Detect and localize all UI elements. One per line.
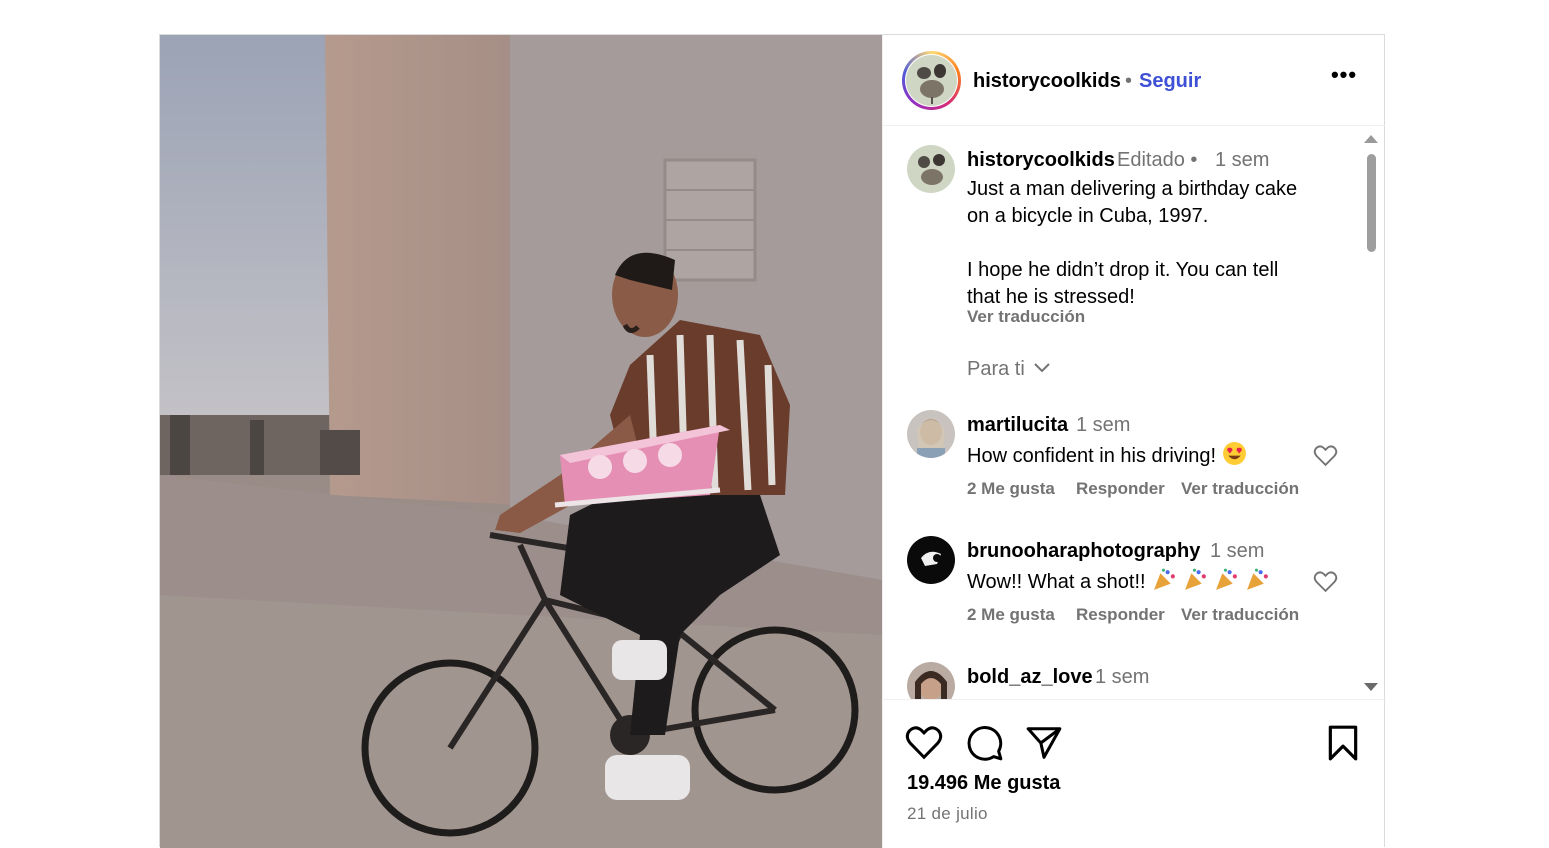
commenter-avatar[interactable] <box>907 410 955 458</box>
separator-dot: • <box>1125 70 1133 92</box>
follow-button[interactable]: Seguir <box>1139 70 1201 93</box>
party-popper-emoji-icon <box>1246 568 1268 590</box>
caption-translate-link[interactable]: Ver traducción <box>967 307 1085 327</box>
commenter-username[interactable]: brunooharaphotography <box>967 540 1200 563</box>
more-options-icon[interactable]: ••• <box>1329 64 1359 91</box>
scroll-up-arrow-icon[interactable] <box>1364 135 1378 143</box>
comment-item: bold_az_love 1 sem <box>883 662 1363 699</box>
story-ring[interactable] <box>902 51 961 110</box>
party-popper-emoji-icon <box>1153 568 1175 590</box>
caption-text: Just a man delivering a birthday cake on… <box>967 178 1298 308</box>
edited-label: Editado • <box>1117 149 1198 171</box>
comment-time[interactable]: 1 sem <box>1076 414 1130 437</box>
comment-text: How confident in his driving! <box>967 441 1247 468</box>
comments-section[interactable]: historycoolkids Editado • 1 sem Just a m… <box>883 127 1386 699</box>
save-bookmark-icon[interactable] <box>1324 724 1362 762</box>
likes-count[interactable]: 19.496 Me gusta <box>907 772 1060 795</box>
comment-time[interactable]: 1 sem <box>1210 540 1264 563</box>
comment-item: brunooharaphotography 1 sem Wow!! What a… <box>883 536 1363 656</box>
scrollbar-thumb[interactable] <box>1367 154 1376 252</box>
caption-username[interactable]: historycoolkids <box>967 149 1115 172</box>
reply-button[interactable]: Responder <box>1076 479 1165 499</box>
commenter-username[interactable]: bold_az_love <box>967 666 1093 689</box>
like-heart-icon[interactable] <box>905 724 943 762</box>
comment-translate-link[interactable]: Ver traducción <box>1181 479 1299 499</box>
post-date[interactable]: 21 de julio <box>907 804 988 824</box>
commenter-avatar[interactable] <box>907 662 955 699</box>
post-header: historycoolkids • Seguir ••• <box>883 35 1385 126</box>
commenter-username[interactable]: martilucita <box>967 414 1068 437</box>
cyclist-with-cake-photo <box>160 35 882 848</box>
comment-translate-link[interactable]: Ver traducción <box>1181 605 1299 625</box>
share-send-icon[interactable] <box>1025 724 1063 762</box>
comment-like-heart-icon[interactable] <box>1313 444 1338 467</box>
party-popper-emoji-icon <box>1215 568 1237 590</box>
comment-likes[interactable]: 2 Me gusta <box>967 605 1055 625</box>
author-avatar[interactable] <box>906 55 957 106</box>
reply-button[interactable]: Responder <box>1076 605 1165 625</box>
comment-likes[interactable]: 2 Me gusta <box>967 479 1055 499</box>
post-actions: 19.496 Me gusta 21 de julio <box>883 699 1386 848</box>
comment-bubble-icon[interactable] <box>966 724 1004 762</box>
comment-filter-label[interactable]: Para ti <box>967 358 1025 381</box>
author-username[interactable]: historycoolkids <box>973 70 1121 93</box>
scroll-down-arrow-icon[interactable] <box>1364 683 1378 691</box>
chevron-down-icon[interactable] <box>1033 362 1051 374</box>
caption-avatar[interactable] <box>907 145 955 193</box>
post-side-panel: historycoolkids • Seguir ••• historycool… <box>882 35 1386 848</box>
party-popper-emoji-icon <box>1184 568 1206 590</box>
comment-text: Wow!! What a shot!! <box>967 567 1270 594</box>
instagram-post: historycoolkids • Seguir ••• historycool… <box>159 34 1386 848</box>
comment-item: martilucita 1 sem How confident in his d… <box>883 410 1363 530</box>
commenter-avatar[interactable] <box>907 536 955 584</box>
comment-time[interactable]: 1 sem <box>1095 666 1149 689</box>
post-photo[interactable] <box>160 35 882 848</box>
caption-time[interactable]: 1 sem <box>1215 149 1269 172</box>
comment-like-heart-icon[interactable] <box>1313 570 1338 593</box>
heart-eyes-emoji-icon <box>1223 442 1246 465</box>
